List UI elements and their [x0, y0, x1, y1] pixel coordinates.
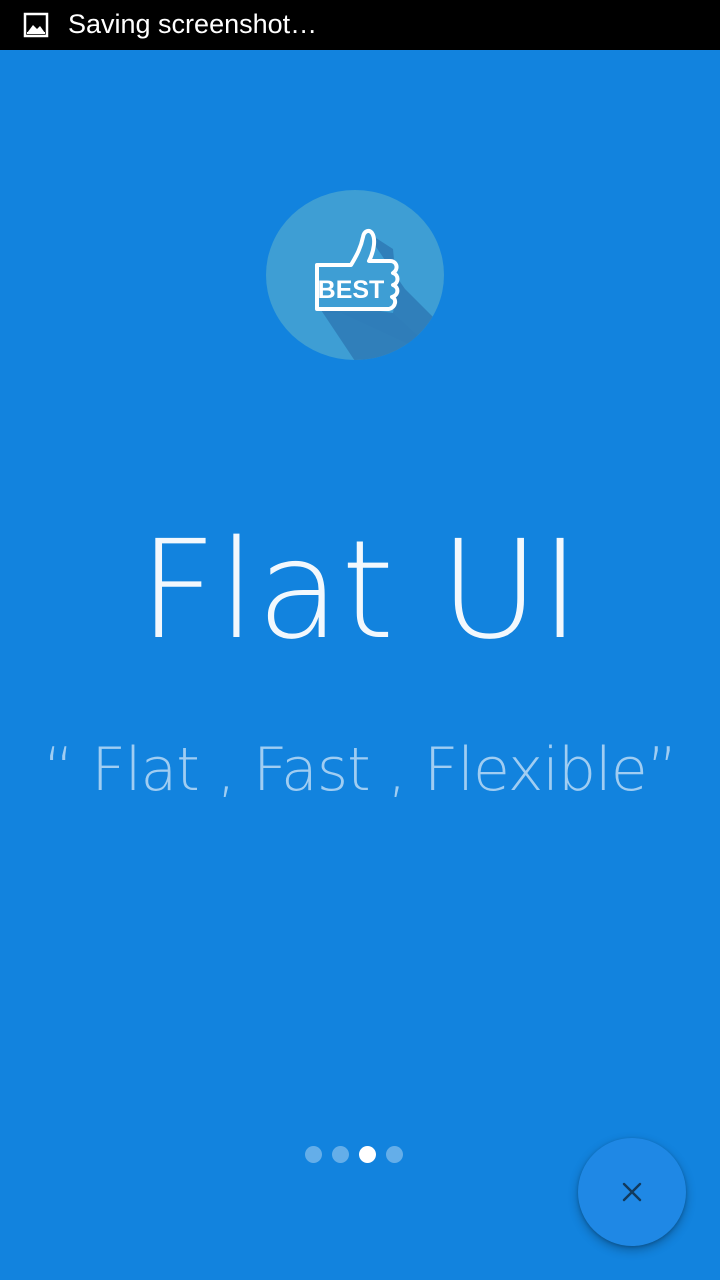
page-dot-4[interactable]: [386, 1146, 403, 1163]
status-bar: Saving screenshot…: [0, 0, 720, 50]
page-indicator: [305, 1146, 403, 1164]
page-dot-3-active[interactable]: [359, 1146, 376, 1163]
thumbs-up-best-icon: BEST: [266, 190, 444, 360]
best-badge: BEST: [265, 189, 445, 361]
close-icon: [622, 1182, 642, 1202]
notification-text: Saving screenshot…: [68, 9, 318, 39]
page-dot-1[interactable]: [305, 1146, 322, 1163]
close-button[interactable]: [578, 1138, 686, 1246]
badge-label: BEST: [318, 276, 385, 304]
tagline: “ Flat , Fast , Flexible”: [43, 735, 678, 805]
page-dot-2[interactable]: [332, 1146, 349, 1163]
headline: Flat UI: [138, 512, 582, 670]
image-icon: [23, 12, 49, 38]
